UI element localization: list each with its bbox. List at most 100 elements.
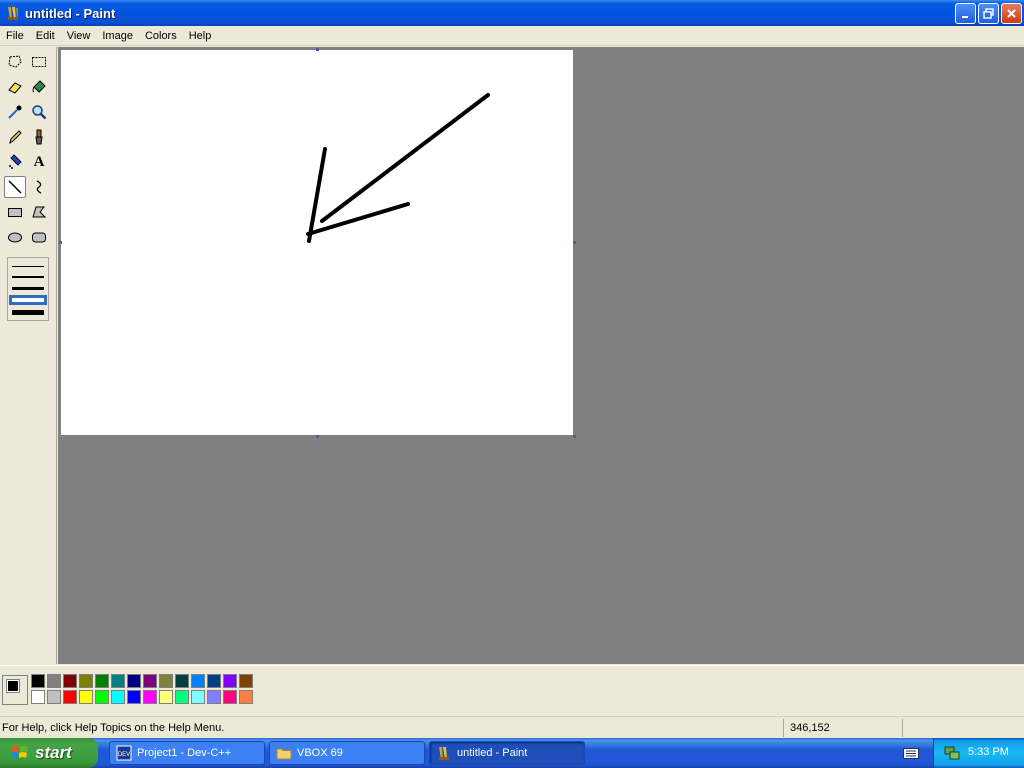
- devcpp-icon: DEV: [116, 745, 132, 761]
- color-swatch[interactable]: [95, 674, 109, 688]
- select-tool[interactable]: [28, 51, 50, 73]
- line-width-1[interactable]: [12, 266, 44, 267]
- menu-help[interactable]: Help: [183, 30, 218, 42]
- windows-logo-icon: [11, 746, 28, 758]
- resize-handle-corner[interactable]: [573, 435, 576, 438]
- menu-image[interactable]: Image: [96, 30, 139, 42]
- color-swatch[interactable]: [191, 674, 205, 688]
- color-swatch[interactable]: [31, 690, 45, 704]
- resize-handle-right[interactable]: [573, 241, 576, 244]
- magnifier-tool[interactable]: [28, 101, 50, 123]
- fill-with-color-icon: [32, 80, 46, 93]
- color-swatch[interactable]: [111, 690, 125, 704]
- color-swatch[interactable]: [159, 690, 173, 704]
- brush-tool[interactable]: [28, 126, 50, 148]
- color-swatch[interactable]: [175, 674, 189, 688]
- color-swatch[interactable]: [47, 674, 61, 688]
- color-swatch[interactable]: [143, 674, 157, 688]
- line-tool[interactable]: [4, 176, 26, 198]
- paint-icon: [439, 747, 449, 760]
- color-swatch[interactable]: [127, 690, 141, 704]
- polygon-icon: [32, 206, 47, 218]
- text-tool[interactable]: A: [28, 151, 50, 173]
- color-swatch[interactable]: [79, 690, 93, 704]
- drawing-canvas[interactable]: [61, 50, 573, 435]
- status-separator: [902, 719, 903, 737]
- color-swatch[interactable]: [175, 690, 189, 704]
- toolbox: A: [0, 47, 57, 664]
- close-icon: [1007, 9, 1016, 18]
- task-devcpp[interactable]: DEV Project1 - Dev-C++: [109, 741, 265, 765]
- folder-icon: [276, 748, 292, 760]
- close-button[interactable]: [1001, 3, 1022, 24]
- paint-app-icon: [8, 7, 18, 20]
- pencil-icon: [9, 130, 22, 145]
- minimize-button[interactable]: [955, 3, 976, 24]
- task-label: VBOX 69: [297, 747, 343, 759]
- color-swatch[interactable]: [207, 674, 221, 688]
- color-swatch[interactable]: [47, 690, 61, 704]
- ellipse-tool[interactable]: [4, 226, 26, 248]
- line-width-4-selected[interactable]: [9, 295, 47, 305]
- menu-edit[interactable]: Edit: [30, 30, 61, 42]
- color-swatch[interactable]: [31, 674, 45, 688]
- resize-handle-bottom[interactable]: [316, 435, 319, 438]
- color-swatch[interactable]: [223, 690, 237, 704]
- color-swatch[interactable]: [191, 690, 205, 704]
- start-button[interactable]: start: [0, 738, 98, 768]
- rectangle-icon: [8, 208, 22, 217]
- color-swatch[interactable]: [63, 674, 77, 688]
- pencil-tool[interactable]: [4, 126, 26, 148]
- free-form-select-tool[interactable]: [4, 51, 26, 73]
- airbrush-tool[interactable]: [4, 151, 26, 173]
- arrow-head-left: [307, 147, 327, 243]
- minimize-icon: [962, 16, 968, 18]
- network-icon[interactable]: [944, 745, 960, 761]
- line-width-3[interactable]: [12, 287, 44, 290]
- window-title: untitled - Paint: [25, 5, 116, 21]
- free-form-select-icon: [8, 55, 22, 68]
- menu-file[interactable]: File: [0, 30, 30, 42]
- select-icon: [32, 57, 46, 67]
- color-swatch[interactable]: [95, 690, 109, 704]
- line-width-5[interactable]: [12, 310, 44, 315]
- rounded-rectangle-tool[interactable]: [28, 226, 50, 248]
- color-swatch[interactable]: [239, 690, 253, 704]
- svg-text:DEV: DEV: [118, 752, 130, 758]
- taskbar: start DEV Project1 - Dev-C++ VBOX 69 unt…: [0, 738, 1024, 768]
- curve-tool[interactable]: [28, 176, 50, 198]
- color-swatch[interactable]: [127, 674, 141, 688]
- menu-view[interactable]: View: [61, 30, 97, 42]
- color-swatch[interactable]: [143, 690, 157, 704]
- ellipse-icon: [8, 232, 22, 243]
- system-tray: 5:33 PM: [933, 738, 1024, 768]
- color-swatch[interactable]: [111, 674, 125, 688]
- status-bar: For Help, click Help Topics on the Help …: [0, 716, 1024, 738]
- canvas-drawing: [306, 93, 490, 243]
- color-swatch[interactable]: [79, 674, 93, 688]
- title-bar[interactable]: untitled - Paint: [0, 0, 1024, 26]
- restore-button[interactable]: [978, 3, 999, 24]
- keyboard-icon[interactable]: [903, 746, 919, 760]
- menu-colors[interactable]: Colors: [139, 30, 183, 42]
- task-paint[interactable]: untitled - Paint: [429, 741, 585, 765]
- task-label: untitled - Paint: [457, 747, 528, 759]
- task-label: Project1 - Dev-C++: [137, 747, 232, 759]
- color-swatch[interactable]: [159, 674, 173, 688]
- airbrush-icon: [9, 154, 22, 169]
- resize-handle-top: [316, 48, 319, 51]
- pick-color-tool[interactable]: [4, 101, 26, 123]
- color-swatch[interactable]: [223, 674, 237, 688]
- color-swatch[interactable]: [63, 690, 77, 704]
- line-width-2[interactable]: [12, 276, 44, 278]
- eraser-tool[interactable]: [4, 76, 26, 98]
- fill-tool[interactable]: [28, 76, 50, 98]
- polygon-tool[interactable]: [28, 201, 50, 223]
- clock[interactable]: 5:33 PM: [968, 746, 1009, 758]
- color-swatch[interactable]: [207, 690, 221, 704]
- task-vbox[interactable]: VBOX 69: [269, 741, 425, 765]
- color-swatch[interactable]: [239, 674, 253, 688]
- curve-icon: [36, 180, 42, 194]
- arrow-shaft: [320, 93, 490, 223]
- rectangle-tool[interactable]: [4, 201, 26, 223]
